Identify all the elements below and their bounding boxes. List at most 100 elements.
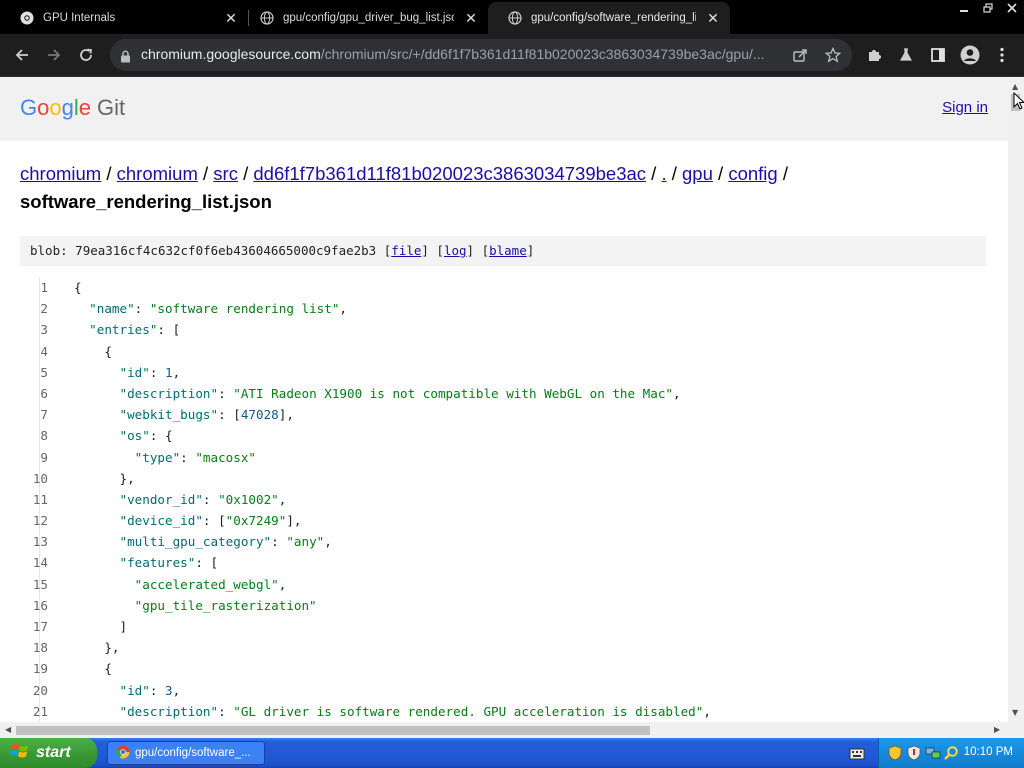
network-icon[interactable] — [925, 745, 941, 761]
line-number[interactable]: 11 — [20, 489, 74, 510]
lock-icon[interactable] — [120, 48, 131, 67]
tab-gpu-internals[interactable]: GPU Internals ✕ — [0, 2, 248, 34]
line-number[interactable]: 2 — [20, 298, 74, 319]
code-line: 14 "features": [ — [20, 552, 986, 573]
google-git-logo[interactable]: Google Git — [20, 95, 125, 121]
scroll-right-arrow-icon[interactable]: ▶ — [994, 725, 1000, 734]
line-number[interactable]: 18 — [20, 637, 74, 658]
share-icon[interactable] — [790, 46, 810, 64]
close-tab-icon[interactable]: ✕ — [222, 9, 240, 27]
line-number[interactable]: 7 — [20, 404, 74, 425]
breadcrumb-separator: / — [671, 163, 677, 184]
url-host: chromium.googlesource.com — [141, 46, 321, 62]
forward-arrow-icon[interactable] — [42, 43, 66, 67]
log-link[interactable]: log — [444, 243, 467, 258]
line-number[interactable]: 12 — [20, 510, 74, 531]
breadcrumb-separator: / — [782, 163, 788, 184]
line-number[interactable]: 19 — [20, 658, 74, 679]
windows-taskbar: start gpu/config/software_... 10:10 PM — [0, 738, 1024, 768]
windows-flag-icon — [10, 742, 30, 765]
url-text[interactable]: chromium.googlesource.com/chromium/src/+… — [141, 46, 791, 62]
menu-kebab-icon[interactable] — [990, 43, 1014, 67]
start-button[interactable]: start — [0, 738, 97, 768]
tab-gpu-driver-bug-list[interactable]: gpu/config/gpu_driver_bug_list.json ✕ — [240, 2, 488, 34]
restore-icon[interactable] — [976, 0, 1000, 16]
code-text: "id": 3, — [119, 682, 181, 698]
minimize-icon[interactable] — [952, 0, 976, 16]
profile-avatar-icon[interactable] — [958, 43, 982, 67]
address-bar[interactable]: chromium.googlesource.com/chromium/src/+… — [110, 39, 852, 71]
scroll-left-arrow-icon[interactable]: ◀ — [5, 725, 11, 734]
blame-link[interactable]: blame — [489, 243, 527, 258]
extensions-puzzle-icon[interactable] — [862, 43, 886, 67]
horizontal-scrollbar[interactable]: ◀ ▶ — [0, 722, 1008, 738]
scroll-up-arrow-icon[interactable]: ▲ — [1012, 82, 1018, 91]
security-shield-icon[interactable] — [888, 745, 904, 761]
line-number[interactable]: 4 — [20, 341, 74, 362]
breadcrumb-link-root[interactable]: . — [661, 163, 666, 184]
line-number[interactable]: 20 — [20, 680, 74, 701]
chrome-favicon-icon — [20, 11, 34, 25]
line-number[interactable]: 5 — [20, 362, 74, 383]
line-number[interactable]: 1 — [20, 277, 74, 298]
code-text: { — [74, 343, 112, 359]
line-number[interactable]: 21 — [20, 701, 74, 722]
tab-software-rendering-list[interactable]: gpu/config/software_rendering_list ✕ — [488, 2, 730, 34]
scrollbar-corner — [1008, 722, 1024, 738]
breadcrumb-current-file: software_rendering_list.json — [20, 191, 272, 212]
line-number[interactable]: 10 — [20, 468, 74, 489]
reload-icon[interactable] — [74, 43, 98, 67]
close-tab-icon[interactable]: ✕ — [462, 9, 480, 27]
sign-in-link[interactable]: Sign in — [942, 99, 988, 116]
code-line: 21 "description": "GL driver is software… — [20, 701, 986, 722]
taskbar-window-button[interactable]: gpu/config/software_... — [107, 741, 265, 765]
code-line: 17 ] — [20, 616, 986, 637]
side-panel-icon[interactable] — [926, 43, 950, 67]
search-magnifier-icon[interactable] — [943, 745, 959, 761]
code-text: "multi_gpu_category": "any", — [119, 534, 332, 550]
tab-title: gpu/config/gpu_driver_bug_list.json — [283, 12, 454, 24]
line-number[interactable]: 13 — [20, 531, 74, 552]
line-number[interactable]: 9 — [20, 447, 74, 468]
clock: 10:10 PM — [963, 746, 1013, 758]
vertical-scrollbar[interactable]: ▲ ▼ — [1008, 77, 1024, 722]
close-window-icon[interactable] — [1000, 0, 1024, 16]
globe-icon — [260, 11, 274, 25]
breadcrumb-link-src[interactable]: src — [213, 163, 238, 184]
breadcrumb-link-chromium[interactable]: chromium — [20, 163, 101, 184]
breadcrumb-link-config[interactable]: config — [728, 163, 777, 184]
line-number[interactable]: 8 — [20, 425, 74, 446]
line-number[interactable]: 15 — [20, 574, 74, 595]
line-number[interactable]: 17 — [20, 616, 74, 637]
blob-info-bar: blob: 79ea316cf4c632cf0f6eb43604665000c9… — [20, 236, 986, 266]
code-line: 1{ — [20, 277, 986, 298]
breadcrumb-separator: / — [243, 163, 249, 184]
blob-hash: 79ea316cf4c632cf0f6eb43604665000c9fae2b3 — [75, 243, 377, 258]
code-line: 15 "accelerated_webgl", — [20, 574, 986, 595]
bookmark-star-icon[interactable] — [823, 46, 843, 64]
file-link[interactable]: file — [391, 243, 421, 258]
code-text: "features": [ — [119, 555, 219, 571]
code-text: { — [74, 280, 82, 295]
breadcrumb-link-gpu[interactable]: gpu — [682, 163, 713, 184]
breadcrumb-link-chromium[interactable]: chromium — [117, 163, 198, 184]
lab-flask-icon[interactable] — [894, 43, 918, 67]
line-number[interactable]: 3 — [20, 319, 74, 340]
code-line: 12 "device_id": ["0x7249"], — [20, 510, 986, 531]
horizontal-scroll-thumb[interactable] — [16, 726, 650, 735]
line-number[interactable]: 6 — [20, 383, 74, 404]
security-alert-shield-icon[interactable] — [907, 745, 923, 761]
close-tab-icon[interactable]: ✕ — [704, 9, 722, 27]
line-number[interactable]: 14 — [20, 552, 74, 573]
code-view: 1{2 "name": "software rendering list", 3 … — [20, 277, 986, 722]
breadcrumb-link-commit[interactable]: dd6f1f7b361d11f81b020023c3863034739be3ac — [253, 163, 646, 184]
code-text: "id": 1, — [119, 364, 181, 380]
keyboard-language-icon[interactable] — [849, 746, 865, 765]
code-line: 5 "id": 1, — [20, 362, 986, 383]
back-arrow-icon[interactable] — [10, 43, 34, 67]
code-text: "webkit_bugs": [47028], — [119, 407, 294, 423]
breadcrumb-separator: / — [718, 163, 724, 184]
line-number[interactable]: 16 — [20, 595, 74, 616]
code-text: "os": { — [119, 428, 173, 444]
scroll-down-arrow-icon[interactable]: ▼ — [1012, 708, 1018, 717]
